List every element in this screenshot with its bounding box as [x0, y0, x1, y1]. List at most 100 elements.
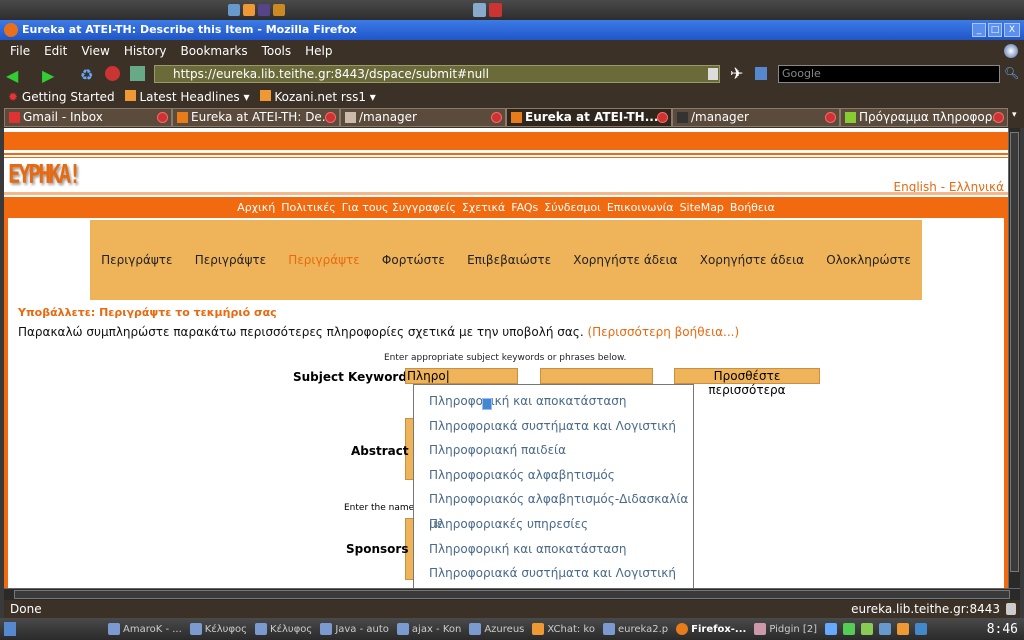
- suggestion-item[interactable]: Πληροφοριακά συστήματα και Λογιστική: [414, 561, 693, 586]
- tray-icon[interactable]: [879, 623, 892, 635]
- nav-authors[interactable]: Για τους Συγγραφείς: [342, 201, 456, 214]
- back-icon[interactable]: ◀: [6, 66, 18, 85]
- add-more-button[interactable]: Προσθέστε περισσότερα: [674, 368, 820, 397]
- task-shell-2[interactable]: Κέλυφος: [255, 623, 312, 635]
- search-engine-icon[interactable]: [755, 67, 767, 80]
- step-describe-1[interactable]: Περιγράψτε: [101, 253, 172, 267]
- nav-sitemap[interactable]: SiteMap: [680, 201, 724, 214]
- close-button[interactable]: X: [1004, 23, 1020, 37]
- nav-about[interactable]: Σχετικά: [462, 201, 505, 214]
- keyword-input-2[interactable]: [540, 368, 653, 384]
- tab-list-icon[interactable]: ▾: [1012, 110, 1017, 120]
- tab-eureka-active[interactable]: Eureka at ATEI-TH...: [506, 108, 672, 127]
- app-icon: [108, 623, 120, 635]
- stop-icon[interactable]: [105, 66, 120, 81]
- menu-history[interactable]: History: [124, 44, 167, 58]
- close-tab-icon[interactable]: [993, 112, 1004, 123]
- url-dropdown-icon[interactable]: [708, 68, 718, 80]
- suggestion-item[interactable]: Πληροφοριακός αλφαβητισμός: [414, 463, 693, 488]
- close-tab-icon[interactable]: [825, 112, 836, 123]
- help-link[interactable]: (Περισσότερη βοήθεια...): [587, 325, 739, 339]
- app-icon: [320, 623, 333, 635]
- task-azureus[interactable]: Azureus: [469, 623, 524, 635]
- airplane-icon[interactable]: ✈: [730, 64, 743, 83]
- app-icon[interactable]: [258, 4, 270, 16]
- tab-manager-2[interactable]: /manager: [672, 108, 840, 127]
- task-firefox[interactable]: Firefox-...: [676, 623, 746, 635]
- home-icon[interactable]: [130, 66, 145, 81]
- menu-help[interactable]: Help: [305, 44, 332, 58]
- kde-menu-icon[interactable]: [4, 622, 16, 636]
- tray-icon[interactable]: [861, 623, 874, 635]
- suggestion-item[interactable]: Πληροφορική και αποκατάσταση: [414, 537, 693, 562]
- network-icon[interactable]: [228, 4, 240, 16]
- bookmark-kozani[interactable]: Kozani.net rss1 ▾: [259, 89, 376, 104]
- vertical-scrollbar[interactable]: [1008, 128, 1020, 588]
- search-input[interactable]: Google: [778, 65, 1000, 83]
- task-xchat[interactable]: XChat: ko: [532, 623, 595, 635]
- nav-faqs[interactable]: FAQs: [511, 201, 538, 214]
- menu-view[interactable]: View: [81, 44, 109, 58]
- tray-icon[interactable]: [897, 623, 910, 635]
- status-text: Done: [10, 602, 42, 616]
- nav-home[interactable]: Αρχική: [237, 201, 275, 214]
- maximize-button[interactable]: □: [988, 23, 1002, 37]
- menu-file[interactable]: File: [10, 44, 30, 58]
- minimize-button[interactable]: _: [972, 23, 986, 37]
- url-bar[interactable]: https://eureka.lib.teithe.gr:8443/dspace…: [154, 65, 720, 83]
- suggestion-item[interactable]: Πληροφοριακά συστήματα και Λογιστική: [414, 414, 693, 439]
- eureka-icon: [177, 112, 188, 123]
- keyword-input-1[interactable]: Πληρο|: [405, 368, 518, 384]
- bookmark-icon: ✹: [8, 89, 19, 104]
- clock[interactable]: 8:46: [987, 622, 1018, 637]
- nav-contact[interactable]: Επικοινωνία: [607, 201, 674, 214]
- close-tab-icon[interactable]: [491, 112, 502, 123]
- task-java[interactable]: Java - auto: [320, 623, 389, 635]
- close-tab-icon[interactable]: [157, 112, 168, 123]
- menu-edit[interactable]: Edit: [44, 44, 67, 58]
- suggestion-item[interactable]: Πληροφορική και αποκατάσταση: [414, 389, 693, 414]
- close-tab-icon[interactable]: [325, 112, 336, 123]
- nav-help[interactable]: Βοήθεια: [730, 201, 775, 214]
- bookmark-latest-headlines[interactable]: Latest Headlines ▾: [124, 89, 250, 104]
- task-shell-1[interactable]: Κέλυφος: [189, 623, 247, 635]
- task-amarok[interactable]: AmaroK - ...: [108, 623, 182, 635]
- tab-eureka[interactable]: Eureka at ATEI-TH: De...: [172, 108, 340, 127]
- tray-icon[interactable]: [843, 623, 856, 635]
- forward-icon[interactable]: ▶: [42, 66, 54, 85]
- step-license-1: Χορηγήστε άδεια: [573, 253, 678, 267]
- pidgin-icon: [754, 623, 767, 635]
- tab-programma[interactable]: Πρόγραμμα πληροφορ...: [840, 108, 1008, 127]
- app-icon: [469, 623, 482, 635]
- site-logo[interactable]: ΕΥΡΗΚΑ!: [8, 160, 81, 190]
- volume-icon[interactable]: [825, 623, 838, 635]
- horizontal-scrollbar[interactable]: [4, 588, 1020, 600]
- tray-icon[interactable]: [915, 623, 928, 635]
- app-icon[interactable]: [243, 4, 255, 16]
- power-icon[interactable]: [489, 3, 502, 17]
- app-icon: [532, 623, 545, 635]
- desktop-icon[interactable]: [473, 3, 486, 17]
- suggestion-item[interactable]: Πληροφοριακή παιδεία: [414, 438, 693, 463]
- suggestion-item[interactable]: Πληροφοριακές υπηρεσίες: [414, 512, 693, 537]
- suggestion-item[interactable]: Πληροφοριακός αλφαβητισμός-Διδασκαλία με: [414, 487, 693, 531]
- task-label: Κέλυφος: [270, 623, 313, 635]
- bookmark-getting-started[interactable]: ✹ Getting Started: [8, 90, 115, 104]
- tab-manager[interactable]: /manager: [340, 108, 506, 127]
- step-upload: Φορτώστε: [381, 253, 445, 267]
- menu-bookmarks[interactable]: Bookmarks: [181, 44, 248, 58]
- menu-tools[interactable]: Tools: [262, 44, 292, 58]
- task-ajax[interactable]: ajax - Kon: [396, 623, 461, 635]
- close-tab-icon[interactable]: [657, 112, 668, 123]
- app-icon: [602, 623, 615, 635]
- tab-gmail[interactable]: Gmail - Inbox: [4, 108, 172, 127]
- step-describe-2[interactable]: Περιγράψτε: [195, 253, 266, 267]
- task-eureka2[interactable]: eureka2.p: [602, 623, 668, 635]
- reload-icon[interactable]: ♻: [80, 66, 93, 84]
- search-icon[interactable]: 🔍︎: [1004, 66, 1019, 80]
- task-pidgin[interactable]: Pidgin [2]: [754, 623, 817, 635]
- nav-policies[interactable]: Πολιτικές: [281, 201, 335, 214]
- nav-links[interactable]: Σύνδεσμοι: [544, 201, 601, 214]
- shield-icon[interactable]: [273, 4, 285, 16]
- taskbar: AmaroK - ... Κέλυφος Κέλυφος Java - auto…: [0, 618, 1024, 640]
